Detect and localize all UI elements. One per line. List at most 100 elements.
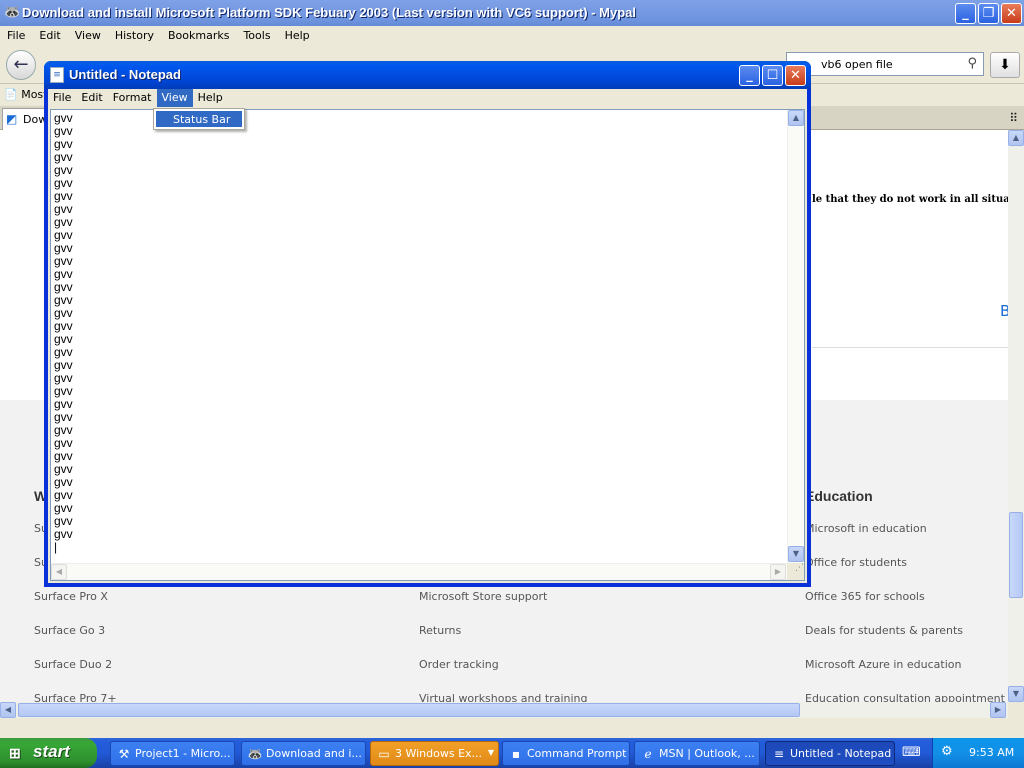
- task-label: 3 Windows Ex...: [395, 747, 483, 760]
- minimize-button[interactable]: _: [955, 3, 976, 24]
- footer-link[interactable]: Microsoft Store support: [419, 590, 547, 603]
- browser-title: Download and install Microsoft Platform …: [22, 5, 636, 20]
- scroll-right-arrow-icon[interactable]: ▶: [770, 564, 786, 580]
- footer-link[interactable]: Microsoft in education: [805, 522, 927, 535]
- maximize-button[interactable]: ❐: [978, 3, 999, 24]
- menu-view[interactable]: View: [68, 26, 108, 45]
- start-button[interactable]: ⊞ start: [0, 738, 97, 768]
- scroll-left-arrow-icon[interactable]: ◀: [0, 702, 16, 718]
- footer-link[interactable]: Office 365 for schools: [805, 590, 925, 603]
- scroll-up-arrow-icon[interactable]: ▲: [1008, 130, 1024, 146]
- taskbar-button-notepad[interactable]: ≡ Untitled - Notepad: [765, 741, 895, 766]
- footer-link[interactable]: Surface Go 3: [34, 624, 105, 637]
- footer-link[interactable]: Surface Duo 2: [34, 658, 112, 671]
- footer-link[interactable]: Returns: [419, 624, 461, 637]
- taskbar: ⊞ start ⚒ Project1 - Micro... 🦝 Download a…: [0, 738, 1024, 768]
- notepad-menubar: File Edit Format View Help: [48, 89, 807, 108]
- footer-link[interactable]: Surface Pro X: [34, 590, 108, 603]
- search-input[interactable]: vb6 open file: [821, 58, 893, 71]
- network-icon[interactable]: ⚙: [941, 744, 953, 759]
- footer-heading-education: Education: [805, 488, 873, 504]
- menu-tools[interactable]: Tools: [236, 26, 277, 45]
- vb6-icon: ⚒: [118, 747, 130, 761]
- tab-list-icon[interactable]: ⠿: [1009, 111, 1018, 125]
- resize-grip-icon[interactable]: ⋰: [787, 563, 804, 580]
- maximize-button[interactable]: ☐: [762, 65, 783, 86]
- footer-link[interactable]: Virtual workshops and training: [419, 692, 588, 702]
- mypal-raccoon-icon: 🦝: [4, 5, 21, 20]
- scrollbar-thumb[interactable]: [1009, 512, 1023, 598]
- task-label: Download and i...: [266, 747, 362, 760]
- footer-link[interactable]: Deals for students & parents: [805, 624, 963, 637]
- windows-flag-icon: ⊞: [9, 745, 21, 761]
- taskbar-button-explorer-group[interactable]: ▭ 3 Windows Ex... ▼: [370, 741, 499, 766]
- task-label: Untitled - Notepad: [790, 747, 892, 760]
- taskbar-button-vb6[interactable]: ⚒ Project1 - Micro...: [110, 741, 235, 766]
- scrollbar-thumb[interactable]: [18, 703, 800, 717]
- scroll-down-arrow-icon[interactable]: ▼: [1008, 686, 1024, 702]
- menu-history[interactable]: History: [108, 26, 161, 45]
- close-button[interactable]: ✕: [785, 65, 806, 86]
- footer-link[interactable]: Microsoft Azure in education: [805, 658, 961, 671]
- task-label: Command Prompt: [527, 747, 627, 760]
- mypal-icon: 🦝: [247, 747, 263, 761]
- minimize-button[interactable]: _: [739, 65, 760, 86]
- taskbar-button-mypal[interactable]: 🦝 Download and i...: [241, 741, 366, 766]
- partial-link[interactable]: B: [1000, 302, 1008, 320]
- scroll-right-arrow-icon[interactable]: ▶: [990, 702, 1006, 718]
- menu-edit[interactable]: Edit: [76, 89, 107, 107]
- system-tray: ⚙ 9:53 AM: [932, 738, 1024, 768]
- menu-file[interactable]: File: [48, 89, 76, 107]
- view-menu-dropdown: Status Bar: [153, 108, 245, 130]
- browser-titlebar[interactable]: 🦝 Download and install Microsoft Platfor…: [0, 0, 1024, 26]
- menu-help[interactable]: Help: [193, 89, 228, 107]
- page-note-text: le that they do not work in all situatio…: [812, 194, 1008, 205]
- keyboard-icon[interactable]: ⌨: [902, 745, 921, 760]
- page-vertical-scrollbar[interactable]: ▲ ▼: [1008, 130, 1024, 702]
- downloads-button[interactable]: ⬇: [990, 52, 1020, 78]
- notepad-title: Untitled - Notepad: [69, 67, 181, 82]
- footer-link[interactable]: Office for students: [805, 556, 907, 569]
- page-divider: [812, 347, 1008, 348]
- menu-help[interactable]: Help: [278, 26, 317, 45]
- browser-menubar: File Edit View History Bookmarks Tools Help: [0, 26, 1024, 46]
- menu-view[interactable]: View: [156, 89, 193, 107]
- menu-file[interactable]: File: [0, 26, 32, 45]
- task-label: Project1 - Micro...: [135, 747, 231, 760]
- search-icon[interactable]: ⚲: [967, 56, 977, 71]
- menu-edit[interactable]: Edit: [32, 26, 67, 45]
- menu-format[interactable]: Format: [108, 89, 157, 107]
- notepad-window: ≡ Untitled - Notepad _ ☐ ✕ File Edit Forma…: [44, 61, 811, 587]
- menu-bookmarks[interactable]: Bookmarks: [161, 26, 236, 45]
- notepad-icon: ≡: [50, 67, 64, 83]
- page-horizontal-scrollbar[interactable]: ◀ ▶: [0, 702, 1008, 718]
- taskbar-button-ie[interactable]: ℯ MSN | Outlook, ...: [634, 741, 760, 766]
- scroll-left-arrow-icon[interactable]: ◀: [51, 564, 67, 580]
- notepad-icon: ≡: [773, 747, 785, 761]
- bookmark-most-visited[interactable]: 📄 Most: [4, 88, 47, 101]
- search-box[interactable]: vb6 open file ⚲: [786, 52, 984, 76]
- back-button[interactable]: ←: [6, 50, 36, 80]
- notepad-titlebar[interactable]: ≡ Untitled - Notepad _ ☐ ✕: [44, 61, 811, 89]
- download-arrow-icon: ⬇: [999, 57, 1011, 73]
- folder-icon: ▭: [378, 747, 390, 761]
- scroll-up-arrow-icon[interactable]: ▲: [788, 110, 804, 126]
- clock[interactable]: 9:53 AM: [969, 746, 1014, 759]
- footer-link[interactable]: Order tracking: [419, 658, 499, 671]
- notepad-text-area[interactable]: gvv gvv gvv gvv gvv gvv gvv gvv gvv gvv …: [50, 109, 805, 581]
- close-button[interactable]: ✕: [1001, 3, 1022, 24]
- back-arrow-icon: ←: [13, 54, 29, 75]
- cmd-icon: ▪: [511, 747, 521, 761]
- footer-link[interactable]: Surface Pro 7+: [34, 692, 117, 702]
- start-label: start: [33, 742, 70, 761]
- chevron-down-icon: ▼: [487, 748, 494, 757]
- menu-item-status-bar[interactable]: Status Bar: [156, 111, 242, 127]
- notepad-horizontal-scrollbar[interactable]: ◀ ▶: [51, 563, 787, 580]
- task-label: MSN | Outlook, ...: [659, 747, 755, 760]
- footer-link[interactable]: Education consultation appointment: [805, 692, 1005, 702]
- taskbar-button-cmd[interactable]: ▪ Command Prompt: [502, 741, 630, 766]
- scroll-down-arrow-icon[interactable]: ▼: [788, 546, 804, 562]
- notepad-client: File Edit Format View Help gvv gvv gvv gvv g…: [48, 89, 807, 583]
- notepad-vertical-scrollbar[interactable]: ▲ ▼: [787, 110, 804, 564]
- document-text[interactable]: gvv gvv gvv gvv gvv gvv gvv gvv gvv gvv …: [54, 112, 73, 554]
